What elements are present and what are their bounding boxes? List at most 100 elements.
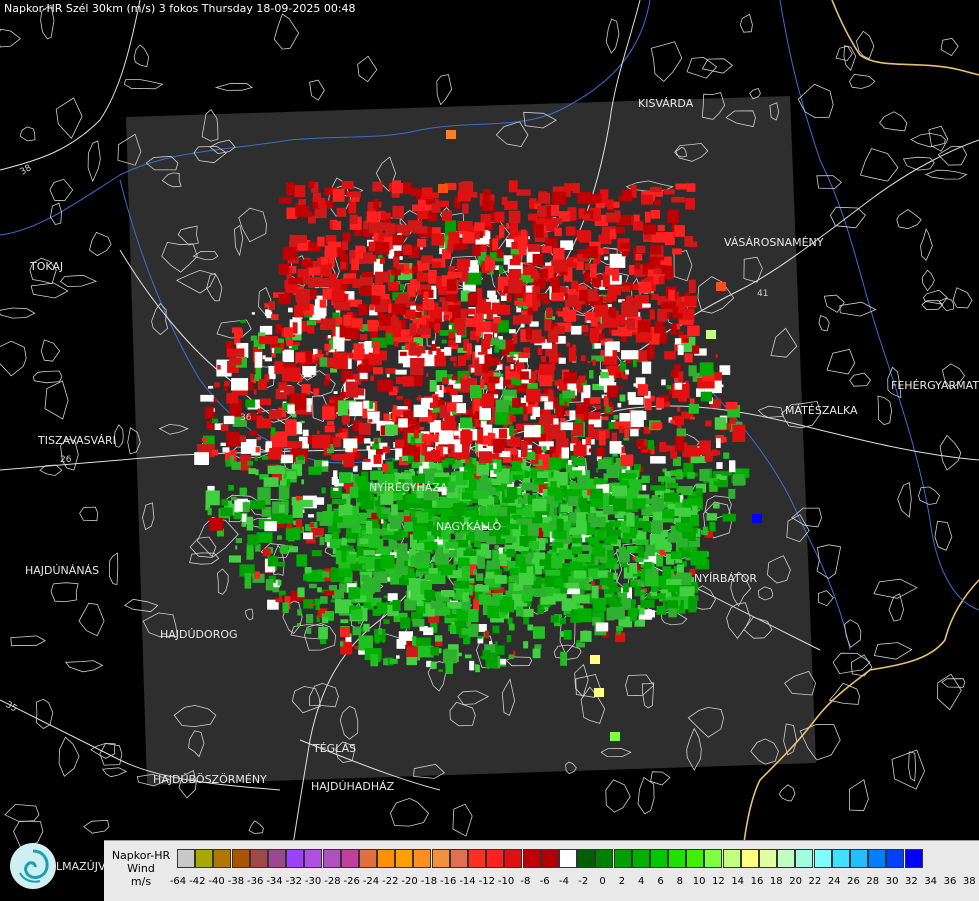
legend-swatch [649, 849, 668, 868]
legend-swatch [577, 849, 596, 868]
swirl-icon [11, 844, 55, 888]
legend-swatch [904, 849, 923, 868]
city-mateszalka: MÁTÉSZALKA [785, 404, 858, 417]
legend-title-line2: Wind [127, 862, 155, 875]
radar-map: 38 36 26 35 41 [0, 0, 979, 900]
legend-swatch [304, 849, 323, 868]
legend-tick-label: -40 [208, 876, 225, 887]
legend-tick-label: 2 [618, 876, 626, 887]
legend-tick-label: -64 [169, 876, 187, 887]
legend-swatch [668, 849, 687, 868]
legend-tick-label: -30 [304, 876, 322, 887]
legend-swatch [231, 849, 250, 868]
legend-swatch [413, 849, 432, 868]
legend-tick-label: -24 [362, 876, 380, 887]
city-tiszavasvari: TISZAVASVÁRI [38, 434, 116, 447]
legend-swatch [486, 849, 505, 868]
legend-swatch [431, 849, 450, 868]
legend-swatch [704, 849, 723, 868]
legend-tick-label: -20 [401, 876, 418, 887]
city-nyirbator: NYÍRBÁTOR [694, 572, 758, 585]
color-legend: Napkor-HR Wind m/s -64 -42 -40 -38 -36 -34 -32… [104, 840, 979, 901]
legend-tick-label: 0 [599, 876, 606, 887]
road-number-38: 38 [19, 163, 34, 178]
legend-swatch [686, 849, 705, 868]
legend-swatch [813, 849, 832, 868]
legend-swatch [267, 849, 286, 868]
legend-swatch [886, 849, 905, 868]
legend-swatch [740, 849, 759, 868]
legend-tick-label: -36 [247, 876, 264, 887]
legend-title-line1: Napkor-HR [111, 849, 171, 862]
legend-tick-label: -6 [539, 876, 550, 887]
legend-swatch [522, 849, 541, 868]
legend-swatch [777, 849, 796, 868]
legend-tick-label: 16 [750, 876, 764, 887]
legend-swatch [195, 849, 214, 868]
legend-tick-label: -14 [459, 876, 476, 887]
legend-tick-label: -2 [578, 876, 589, 887]
city-teglas: TÉGLÁS [313, 742, 357, 755]
legend-tick-label: -32 [285, 876, 302, 887]
legend-tick-label: -22 [382, 876, 399, 887]
legend-swatch [631, 849, 650, 868]
legend-tick-label: -26 [343, 876, 360, 887]
legend-tick-label: 8 [676, 876, 683, 887]
legend-swatch [540, 849, 559, 868]
city-nyiregyhaza: NYÍREGYHÁZA [369, 481, 448, 494]
legend-tick-label: 32 [905, 876, 918, 887]
legend-swatch [868, 849, 887, 868]
legend-swatch [340, 849, 359, 868]
legend-tick-label: 20 [789, 876, 802, 887]
legend-tick-label: 22 [808, 876, 822, 887]
legend-tick-label: 34 [924, 876, 938, 887]
legend-tick-label: 6 [657, 876, 664, 887]
legend-tick-label: 38 [962, 876, 976, 887]
legend-tick-label: -38 [227, 876, 245, 887]
legend-swatch [613, 849, 632, 868]
legend-swatch [831, 849, 850, 868]
road-number-36: 36 [240, 413, 252, 423]
legend-swatch [759, 849, 777, 868]
weather-service-logo [10, 843, 56, 889]
legend-swatch [849, 849, 868, 868]
legend-tick-label: 4 [638, 876, 645, 887]
legend-title-line3: m/s [130, 875, 152, 888]
city-hajduhadhaz: HAJDÚHADHÁZ [311, 780, 395, 793]
legend-tick-label: 30 [885, 876, 899, 887]
legend-tick-label: -8 [520, 876, 531, 887]
legend-swatch [177, 849, 195, 868]
legend-swatch [249, 849, 268, 868]
legend-swatch [286, 849, 305, 868]
legend-tick-label: -16 [440, 876, 457, 887]
city-hajdudorog: HAJDÚDOROG [160, 628, 238, 641]
legend-tick-label: 12 [712, 876, 725, 887]
legend-swatch [558, 849, 577, 868]
legend-tick-label: -10 [497, 876, 515, 887]
city-hajdunanas: HAJDÚNÁNÁS [25, 564, 100, 577]
legend-swatch [322, 849, 341, 868]
legend-swatch [377, 849, 396, 868]
legend-swatch [213, 849, 232, 868]
legend-swatch [358, 849, 377, 868]
legend-swatch [504, 849, 523, 868]
legend-tick-label: -4 [559, 876, 569, 887]
legend-tick-label: 24 [827, 876, 841, 887]
map-title: Napkor-HR Szél 30km (m/s) 3 fokos Thursd… [4, 2, 356, 15]
legend-tick-label: 36 [943, 876, 957, 887]
road-number-26: 26 [60, 455, 72, 465]
legend-swatch [722, 849, 741, 868]
legend-tick-label: -42 [189, 876, 206, 887]
legend-swatch [449, 849, 468, 868]
legend-tick-label: 10 [692, 876, 706, 887]
legend-tick-label: 28 [866, 876, 880, 887]
legend-tick-label: 26 [847, 876, 860, 887]
road-number-41: 41 [757, 289, 768, 299]
city-vasarosnameny: VÁSÁROSNAMÉNY [724, 236, 824, 249]
legend-swatch [795, 849, 814, 868]
legend-swatch [468, 849, 486, 868]
legend-swatch [395, 849, 414, 868]
legend-swatches [177, 849, 923, 869]
city-tokaj: TOKAJ [30, 260, 64, 273]
city-hajduboszormeny: HAJDÚBÖSZÖRMÉNY [153, 773, 267, 786]
